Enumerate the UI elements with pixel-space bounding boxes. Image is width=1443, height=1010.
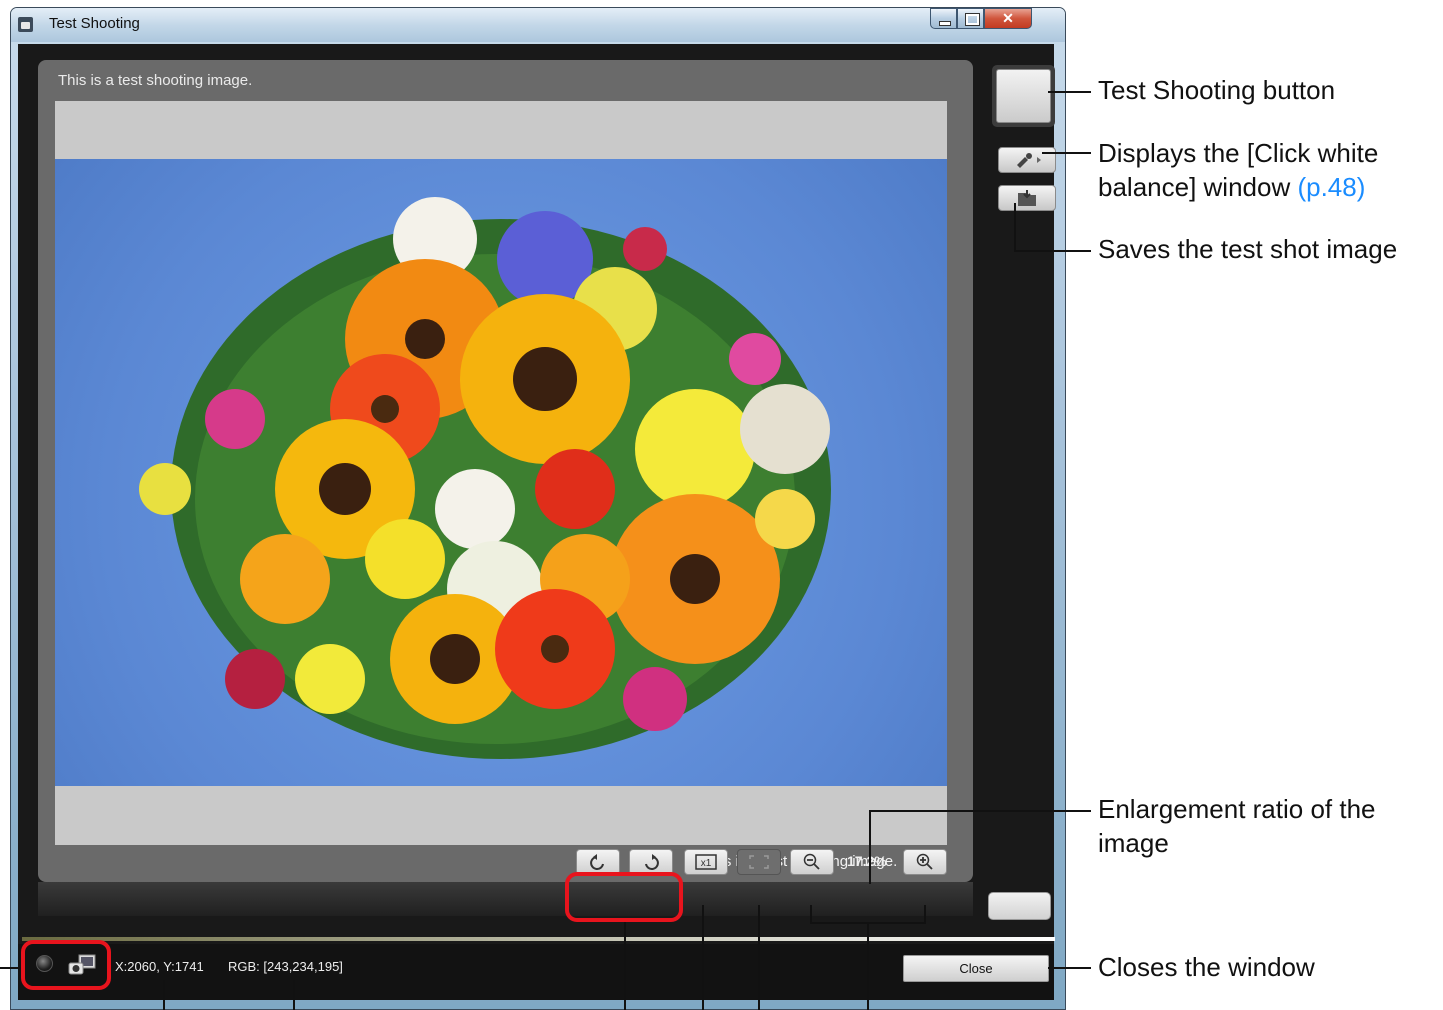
leader-close: [1048, 967, 1091, 969]
leader-zoom: [867, 924, 869, 1010]
leader-rotate: [624, 922, 626, 1010]
leader-zoom-left: [810, 905, 812, 924]
annotation-test-shooting: Test Shooting button: [1098, 75, 1336, 105]
annotation-click-wb-text: balance] window: [1098, 172, 1291, 202]
test-shot-photo[interactable]: [55, 159, 947, 786]
caption-top: This is a test shooting image.: [58, 72, 253, 89]
x1-icon: x1: [695, 854, 717, 870]
page-reference-link[interactable]: (p.48): [1297, 172, 1365, 202]
leader-ratio-vert: [869, 810, 871, 884]
rotate-highlight: [565, 872, 683, 922]
annotation-ratio-1: Enlargement ratio of the: [1098, 794, 1376, 824]
maximize-button[interactable]: [957, 8, 984, 29]
fit-screen-icon: [749, 855, 769, 869]
click-white-balance-button[interactable]: [998, 147, 1056, 173]
leader-zoom-right: [924, 905, 926, 924]
leader-click-wb: [1042, 152, 1091, 154]
leader-save-vert: [1014, 203, 1016, 251]
leader-fit: [758, 905, 760, 1010]
status-divider: [22, 937, 1055, 941]
annotation-closes: Closes the window: [1098, 952, 1315, 982]
test-shooting-button[interactable]: [992, 65, 1055, 127]
leader-indicator: [0, 967, 21, 969]
leader-rgb: [293, 980, 295, 1010]
close-button[interactable]: Close: [903, 955, 1049, 982]
save-test-shot-button[interactable]: [998, 185, 1056, 211]
close-x-icon: ✕: [1002, 10, 1014, 26]
image-frame: [55, 101, 947, 845]
client-area: This is a test shooting image. image.: [18, 44, 1056, 1000]
flower-bouquet-image: [139, 197, 831, 759]
zoom-ratio: 17.2%: [847, 853, 887, 869]
leader-coords: [163, 980, 165, 1010]
annotation-save-shot: Saves the test shot image: [1098, 234, 1398, 264]
annotation-click-wb-1: Displays the [Click white: [1098, 138, 1379, 168]
zoom-out-button[interactable]: [790, 849, 834, 875]
save-folder-icon: [1018, 190, 1036, 206]
indicator-highlight: [21, 940, 111, 990]
window-close-button[interactable]: ✕: [984, 8, 1032, 29]
image-viewer: This is a test shooting image. image.: [38, 60, 973, 882]
eyedropper-icon: [1017, 153, 1041, 168]
svg-text:x1: x1: [701, 858, 712, 869]
leader-ratio-horiz: [869, 810, 1091, 812]
actual-size-button[interactable]: x1: [684, 849, 728, 875]
rotate-left-icon: [590, 854, 604, 870]
annotation-ratio-2: image: [1098, 828, 1169, 858]
pixel-rgb: RGB: [243,234,195]: [228, 959, 343, 974]
zoom-in-icon: [916, 853, 933, 870]
zoom-out-icon: [803, 853, 820, 870]
fit-to-screen-button[interactable]: [737, 849, 781, 875]
title-bar[interactable]: Test Shooting ✕: [11, 8, 1065, 42]
leader-test-shooting: [1048, 91, 1091, 93]
camera-app-icon: [18, 17, 33, 32]
viewer-toolbar: [38, 882, 973, 916]
test-shooting-button-face: [996, 69, 1051, 123]
window-title: Test Shooting: [49, 15, 140, 32]
minimize-button[interactable]: [930, 8, 957, 29]
annotation-click-wb-2: balance] window (p.48): [1098, 170, 1365, 204]
pixel-coordinates: X:2060, Y:1741: [115, 959, 204, 974]
leader-save-horiz: [1014, 250, 1091, 252]
shooting-button[interactable]: [988, 892, 1051, 920]
leader-actual-size: [702, 905, 704, 1010]
rotate-right-icon: [645, 854, 659, 870]
zoom-in-button[interactable]: [903, 849, 947, 875]
leader-zoom-bracket: [810, 922, 926, 924]
